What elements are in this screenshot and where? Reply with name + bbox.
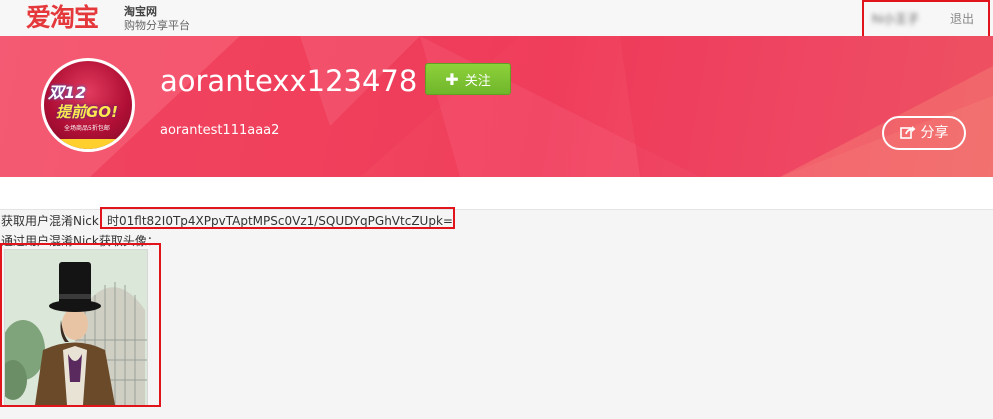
plus-icon: ✚ <box>445 70 459 89</box>
profile-nickname: aorantest111aaa2 <box>160 123 280 138</box>
nick-label: 获取用户混淆Nick <box>1 214 99 228</box>
nick-value: 时01flt82I0Tp4XPpvTAptMPSc0Vz1/SQUDYqPGhV… <box>107 214 453 228</box>
top-bar: 爱淘宝 淘宝网 购物分享平台 hi小王子 退出 <box>0 0 993 37</box>
avatar-promo-text: 双12 <box>48 83 87 102</box>
current-user-name[interactable]: hi小王子 <box>872 10 919 27</box>
profile-username: aorantexx123478 <box>160 64 418 98</box>
profile-banner: 双12 提前GO! 全场商品5折包邮 aorantexx123478 ✚ 关注 a… <box>0 36 993 177</box>
avatar-label: 通过用户混淆Nick获取头像： <box>1 234 159 248</box>
avatar-promo-small: 全场商品5折包邮 <box>64 125 110 132</box>
follow-button[interactable]: ✚ 关注 <box>425 63 511 95</box>
banner-background <box>0 36 993 177</box>
follow-label: 关注 <box>464 74 491 89</box>
user-avatar-image <box>4 249 148 406</box>
logout-link[interactable]: 退出 <box>950 10 974 27</box>
share-button[interactable]: 分享 <box>882 116 966 150</box>
avatar[interactable]: 双12 提前GO! 全场商品5折包邮 <box>41 58 135 152</box>
avatar-promo-go: 提前GO! <box>56 103 118 121</box>
logo-subtitle-slogan: 购物分享平台 <box>124 19 190 32</box>
share-label: 分享 <box>920 125 949 141</box>
site-logo[interactable]: 爱淘宝 <box>26 0 99 36</box>
share-icon <box>899 126 915 139</box>
